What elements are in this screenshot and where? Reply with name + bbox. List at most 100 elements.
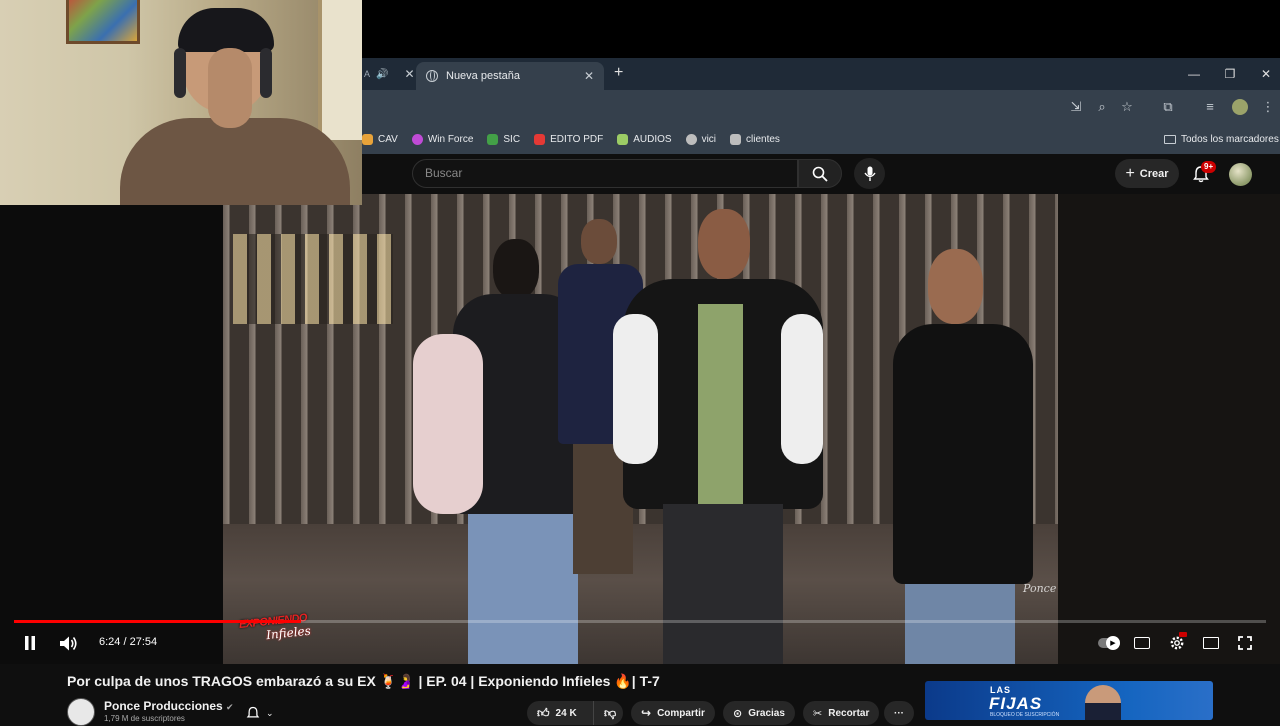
youtube-header: Buscar + Crear 9+: [362, 154, 1280, 194]
like-button[interactable]: 👍︎ 24 K: [527, 701, 593, 725]
video-letterbox-right: [1058, 194, 1280, 664]
subscriber-count: 1,79 M de suscriptores: [104, 714, 185, 723]
share-label: Compartir: [657, 707, 705, 719]
restore-button[interactable]: ❐: [1212, 58, 1248, 90]
menu-kebab-icon[interactable]: ⋮: [1260, 99, 1276, 115]
progress-bar[interactable]: [14, 620, 1266, 623]
clip-button[interactable]: ✂ Recortar: [803, 701, 880, 725]
tab-previous-close-icon[interactable]: ✕: [404, 67, 414, 81]
browser-toolbar: ⇲ ⌕ ☆ ⧉ ≡ ⋮: [362, 90, 1280, 124]
install-app-icon[interactable]: ⇲: [1068, 99, 1084, 115]
autoplay-toggle[interactable]: ▶: [1096, 635, 1122, 651]
thumbs-down-icon: 👎︎: [604, 705, 617, 720]
bookmark-label: vici: [701, 133, 717, 145]
notification-badge: 9+: [1201, 161, 1217, 173]
progress-played: [14, 620, 302, 623]
thanks-button[interactable]: ⊙ Gracias: [723, 701, 795, 725]
thanks-label: Gracias: [748, 707, 785, 719]
bookmark-cav[interactable]: CAV: [362, 133, 398, 145]
notifications-button[interactable]: 9+: [1190, 161, 1217, 185]
theater-mode-button[interactable]: [1200, 634, 1222, 652]
ponce-watermark: Ponce: [1023, 582, 1057, 595]
bookmark-vici[interactable]: vici: [685, 133, 717, 145]
share-button[interactable]: ↪ Compartir: [631, 701, 715, 725]
bookmark-icon: [534, 133, 546, 145]
bookmark-icon: [362, 133, 373, 145]
channel-avatar[interactable]: [67, 698, 95, 726]
autoplay-toggle-icon: ▶: [1098, 636, 1120, 650]
bookmark-icon: [617, 133, 629, 145]
thumbs-up-icon: 👍︎: [537, 705, 550, 720]
hd-badge: [1179, 632, 1187, 637]
close-window-button[interactable]: ✕: [1248, 58, 1280, 90]
bookmark-icon: [730, 133, 742, 145]
profile-avatar[interactable]: [1232, 99, 1248, 115]
time-display: 6:24 / 27:54: [99, 636, 158, 648]
microphone-icon: [863, 166, 876, 181]
video-player[interactable]: Ponce EXPONIENDO Infieles: [0, 194, 1280, 664]
bookmark-edito-pdf[interactable]: EDITO PDF: [534, 133, 604, 145]
pause-icon: [25, 636, 35, 650]
bookmark-star-icon[interactable]: ☆: [1119, 99, 1135, 115]
search-button[interactable]: [798, 159, 842, 188]
bookmark-icon: [487, 133, 499, 145]
video-letterbox-left: [0, 204, 223, 664]
new-tab-button[interactable]: +: [614, 64, 623, 82]
bookmark-audios[interactable]: AUDIOS: [617, 133, 672, 145]
bookmark-label: Win Force: [427, 133, 474, 145]
bookmark-label: SIC: [503, 133, 521, 145]
folder-icon: [1164, 134, 1176, 144]
verified-icon: ✔: [226, 702, 234, 712]
browser-tab-strip: A 🔊 ✕ Nueva pestaña ✕ + — ❐ ✕: [362, 58, 1280, 90]
subscription-bell-button[interactable]: ⌄: [246, 703, 286, 723]
bookmark-win-force[interactable]: Win Force: [411, 133, 474, 145]
create-label: Crear: [1139, 167, 1169, 180]
fullscreen-icon: [1238, 636, 1252, 650]
media-control-icon[interactable]: ≡: [1202, 99, 1218, 115]
storefront-lights: [233, 234, 393, 324]
voice-search-button[interactable]: [854, 158, 885, 189]
bookmark-icon: [685, 133, 697, 145]
tab-previous[interactable]: A 🔊 ✕: [362, 58, 415, 90]
bookmark-label: AUDIOS: [633, 133, 672, 145]
channel-name-text: Ponce Producciones: [104, 699, 223, 713]
volume-icon: [59, 636, 77, 650]
more-actions-button[interactable]: ···: [884, 701, 914, 725]
chevron-down-icon: ⌄: [266, 707, 274, 718]
channel-name[interactable]: Ponce Producciones ✔: [104, 699, 234, 713]
bell-icon: [246, 706, 260, 718]
account-avatar[interactable]: [1229, 163, 1252, 186]
create-button[interactable]: + Crear: [1115, 159, 1179, 188]
tab-active[interactable]: Nueva pestaña ✕: [416, 62, 604, 90]
tab-close-icon[interactable]: ✕: [584, 69, 594, 83]
zoom-icon[interactable]: ⌕: [1094, 99, 1110, 115]
minimize-button[interactable]: —: [1176, 58, 1212, 90]
tab-previous-label: A: [364, 69, 371, 79]
clip-label: Recortar: [828, 707, 870, 719]
share-icon: ↪: [641, 706, 652, 720]
speaker-icon[interactable]: 🔊: [376, 69, 388, 80]
settings-button[interactable]: [1166, 632, 1188, 654]
extensions-icon[interactable]: ⧉: [1160, 99, 1176, 115]
streamer-silhouette: [120, 8, 350, 205]
theater-icon: [1203, 637, 1219, 649]
volume-button[interactable]: [56, 633, 80, 653]
subtitles-icon: [1134, 637, 1150, 649]
dislike-button[interactable]: 👎︎: [593, 701, 623, 725]
all-bookmarks-label: Todos los marcadores: [1181, 133, 1279, 145]
search-input[interactable]: Buscar: [412, 159, 798, 188]
video-frame[interactable]: Ponce: [223, 194, 1058, 664]
fullscreen-button[interactable]: [1235, 633, 1255, 653]
bookmark-sic[interactable]: SIC: [487, 133, 521, 145]
tab-active-title: Nueva pestaña: [446, 70, 520, 82]
all-bookmarks[interactable]: Todos los marcadores: [1164, 134, 1279, 145]
pause-button[interactable]: [18, 633, 42, 653]
ad-banner[interactable]: LAS FIJAS BLOQUEO DE SUSCRIPCIÓN: [925, 681, 1213, 720]
ad-presenter-image: [1085, 685, 1121, 720]
bookmark-label: EDITO PDF: [550, 133, 604, 145]
ad-line2: FIJAS: [989, 694, 1043, 713]
person-host: [613, 204, 823, 664]
bookmark-clientes[interactable]: clientes: [730, 133, 780, 145]
webcam-overlay: [0, 0, 362, 205]
subtitles-button[interactable]: [1132, 634, 1152, 652]
